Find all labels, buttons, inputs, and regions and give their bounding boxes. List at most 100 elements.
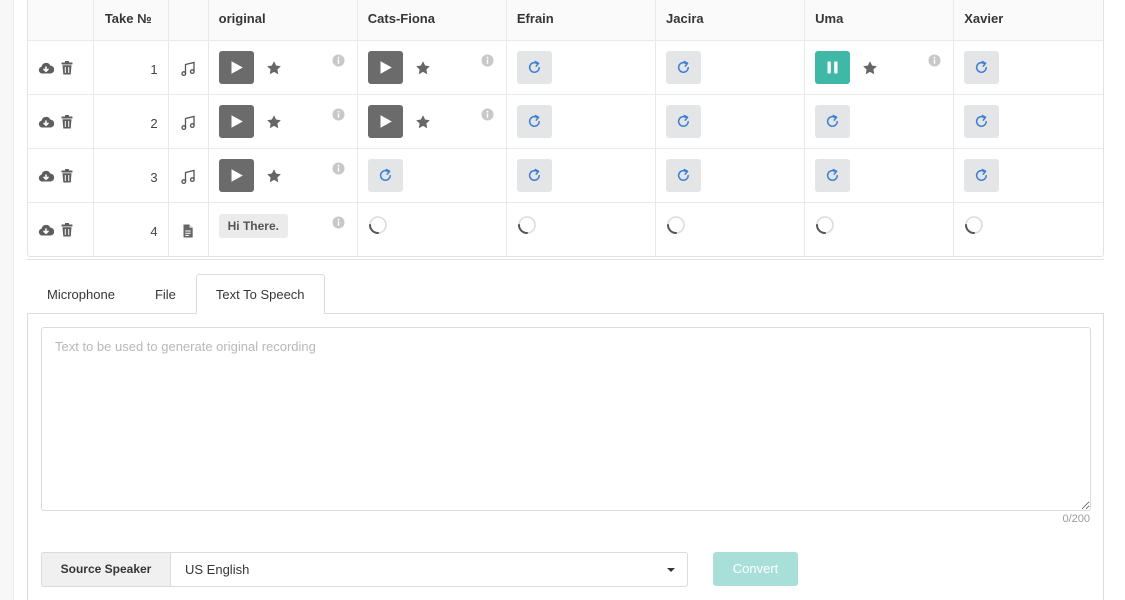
loading-spinner-icon <box>517 215 537 235</box>
play-button[interactable] <box>218 50 254 84</box>
kind-header <box>168 0 209 41</box>
original-cell <box>208 40 358 95</box>
tab-file[interactable]: File <box>135 274 196 314</box>
speaker-cell <box>655 94 806 149</box>
play-button[interactable] <box>367 50 403 84</box>
speaker-cell <box>506 40 657 95</box>
original-header: original <box>208 0 358 41</box>
retry-button[interactable] <box>666 50 702 84</box>
speaker-header: Xavier <box>953 0 1103 41</box>
speaker-cell <box>804 94 955 149</box>
take-number-header: Take № <box>93 0 169 41</box>
take-kind <box>168 40 209 95</box>
cloud-download-icon[interactable] <box>38 115 55 129</box>
tts-text-input[interactable] <box>41 327 1091 511</box>
info-icon[interactable] <box>332 162 345 175</box>
row-actions <box>28 202 94 256</box>
document-icon <box>180 223 196 239</box>
loading-spinner-icon <box>368 215 388 235</box>
info-icon[interactable] <box>332 216 345 229</box>
table-row: 1 <box>28 40 1103 95</box>
trash-icon[interactable] <box>61 114 77 129</box>
source-speaker-value: US English <box>185 562 250 577</box>
cloud-download-icon[interactable] <box>38 169 55 183</box>
original-cell <box>208 94 358 149</box>
take-kind <box>168 94 209 149</box>
cloud-download-icon[interactable] <box>38 223 55 237</box>
tab-text-to-speech[interactable]: Text To Speech <box>195 274 325 314</box>
info-icon[interactable] <box>332 108 345 121</box>
take-number: 4 <box>93 202 169 256</box>
cloud-download-icon[interactable] <box>38 61 55 75</box>
info-icon[interactable] <box>332 54 345 67</box>
speaker-cell <box>506 148 657 203</box>
row-actions <box>28 94 94 149</box>
row-actions <box>28 148 94 203</box>
retry-button[interactable] <box>666 158 702 192</box>
left-rail <box>0 0 14 600</box>
section-divider <box>27 259 1104 260</box>
star-icon[interactable] <box>266 114 282 130</box>
speaker-cell <box>357 148 507 203</box>
original-text-chip[interactable]: Hi There. <box>218 213 288 238</box>
source-tabs: Microphone File Text To Speech <box>27 274 325 314</box>
play-button[interactable] <box>367 104 403 138</box>
speaker-header: Efrain <box>506 0 657 41</box>
retry-button[interactable] <box>964 104 1000 138</box>
speaker-cell <box>954 202 1103 256</box>
speaker-header: Jacira <box>655 0 806 41</box>
speaker-header: Uma <box>804 0 955 41</box>
trash-icon[interactable] <box>61 222 77 237</box>
speaker-cell <box>655 148 806 203</box>
character-counter: 0/200 <box>1062 513 1090 525</box>
star-icon[interactable] <box>415 60 431 76</box>
trash-icon[interactable] <box>61 60 77 75</box>
speaker-cell <box>953 40 1103 95</box>
retry-button[interactable] <box>367 158 403 192</box>
source-speaker-field: Source Speaker US English <box>41 552 688 587</box>
music-note-icon <box>180 61 196 77</box>
retry-button[interactable] <box>516 104 552 138</box>
star-icon[interactable] <box>266 60 282 76</box>
speaker-cell <box>506 94 657 149</box>
speaker-cell <box>655 202 806 256</box>
convert-button[interactable]: Convert <box>713 552 798 586</box>
retry-button[interactable] <box>964 158 1000 192</box>
retry-button[interactable] <box>964 50 1000 84</box>
loading-spinner-icon <box>964 215 984 235</box>
play-button[interactable] <box>218 104 254 138</box>
play-button[interactable] <box>218 158 254 192</box>
retry-button[interactable] <box>516 50 552 84</box>
retry-button[interactable] <box>666 104 702 138</box>
take-number: 1 <box>93 40 169 95</box>
speaker-cell <box>506 202 657 256</box>
info-icon[interactable] <box>481 108 494 121</box>
star-icon[interactable] <box>415 114 431 130</box>
take-kind <box>168 148 209 203</box>
speaker-cell <box>953 94 1103 149</box>
tab-microphone[interactable]: Microphone <box>27 274 135 314</box>
take-kind <box>168 202 209 256</box>
speaker-cell <box>357 40 507 95</box>
source-speaker-select[interactable]: US English <box>170 552 688 587</box>
takes-table: Take № original Cats-Fiona Efrain Jacira… <box>27 0 1104 257</box>
trash-icon[interactable] <box>61 168 77 183</box>
speaker-cell <box>804 148 955 203</box>
retry-button[interactable] <box>516 158 552 192</box>
speaker-cell <box>655 40 806 95</box>
table-row: 2 <box>28 94 1103 149</box>
loading-spinner-icon <box>815 215 835 235</box>
pause-button[interactable] <box>815 50 851 84</box>
original-cell <box>208 148 358 203</box>
speaker-header: Cats-Fiona <box>357 0 507 41</box>
table-row: 3 <box>28 148 1103 203</box>
table-header-row: Take № original Cats-Fiona Efrain Jacira… <box>28 0 1103 41</box>
info-icon[interactable] <box>928 54 941 67</box>
star-icon[interactable] <box>266 168 282 184</box>
star-icon[interactable] <box>862 60 878 76</box>
retry-button[interactable] <box>815 104 851 138</box>
retry-button[interactable] <box>815 158 851 192</box>
original-cell: Hi There. <box>208 202 358 256</box>
caret-down-icon <box>667 568 675 572</box>
info-icon[interactable] <box>481 54 494 67</box>
